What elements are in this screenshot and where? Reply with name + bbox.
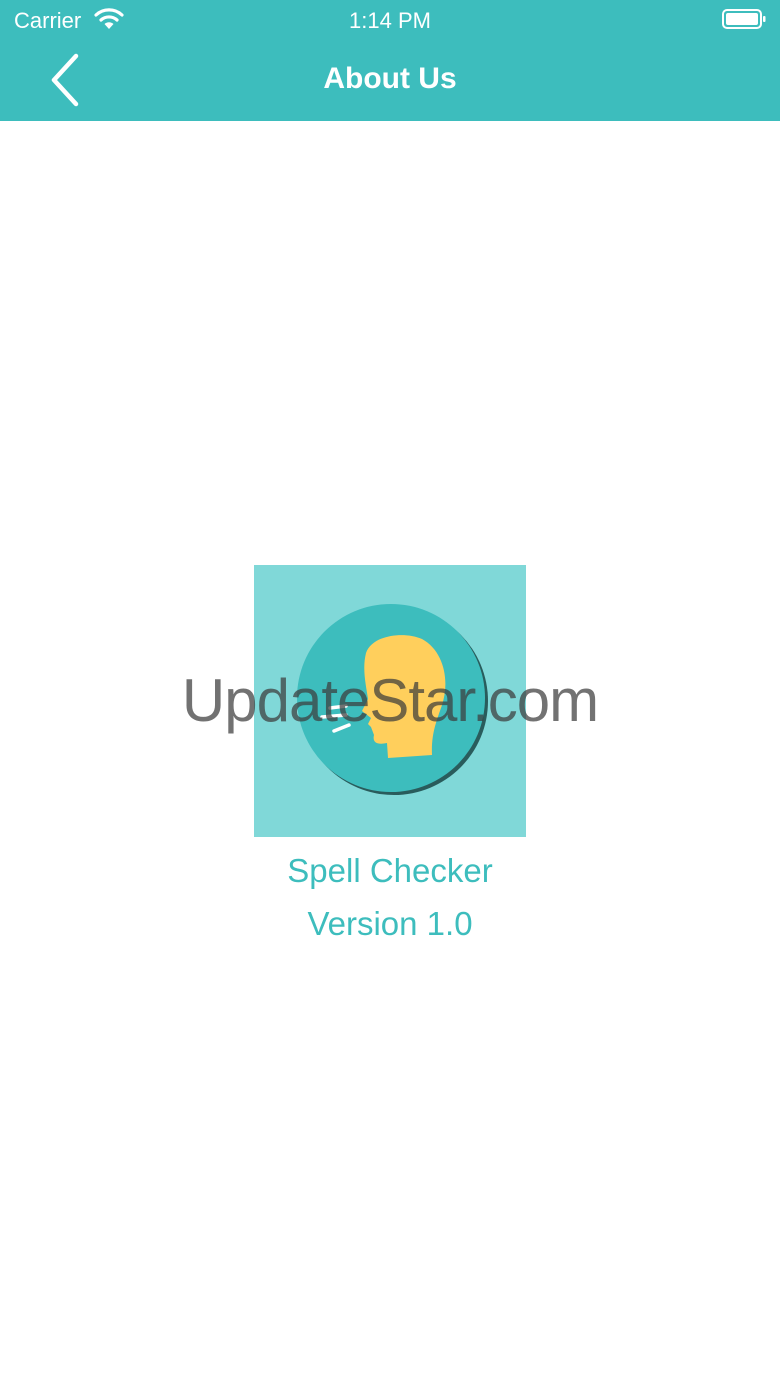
status-time: 1:14 PM xyxy=(349,8,431,33)
battery-icon xyxy=(722,9,766,29)
navigation-bar: About Us xyxy=(0,40,780,121)
watermark-text: UpdateStar.com xyxy=(181,667,599,734)
status-bar: Carrier 1:14 PM xyxy=(0,0,780,40)
app-version: Version 1.0 xyxy=(307,905,473,942)
app-header: Carrier 1:14 PM About Us xyxy=(0,0,780,121)
page-title: About Us xyxy=(323,62,457,95)
app-name: Spell Checker xyxy=(287,852,493,889)
